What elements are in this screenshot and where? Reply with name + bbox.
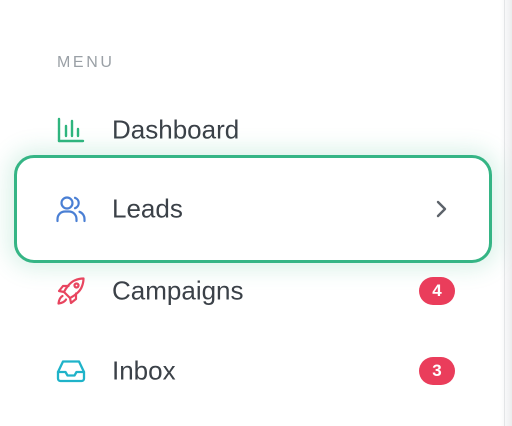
- sidebar-item-leads[interactable]: Leads: [14, 155, 492, 263]
- bar-chart-icon: [56, 115, 86, 145]
- users-icon: [56, 194, 86, 224]
- sidebar-item-inbox[interactable]: Inbox 3: [14, 333, 492, 409]
- notification-badge: 4: [419, 277, 455, 305]
- notification-badge: 3: [419, 357, 455, 385]
- menu-section-label: MENU: [57, 54, 115, 71]
- inbox-icon: [56, 356, 86, 386]
- rocket-icon: [56, 276, 86, 306]
- sidebar-item-campaigns[interactable]: Campaigns 4: [14, 253, 492, 329]
- panel-edge: [500, 0, 512, 426]
- sidebar-panel: MENU Dashboard Leads Campaigns 4 Inbox 3: [0, 0, 512, 426]
- sidebar-item-label: Campaigns: [112, 275, 244, 306]
- chevron-right-icon: [433, 198, 451, 220]
- sidebar-item-label: Dashboard: [112, 114, 240, 145]
- sidebar-item-label: Leads: [112, 193, 183, 224]
- sidebar-item-label: Inbox: [112, 355, 176, 386]
